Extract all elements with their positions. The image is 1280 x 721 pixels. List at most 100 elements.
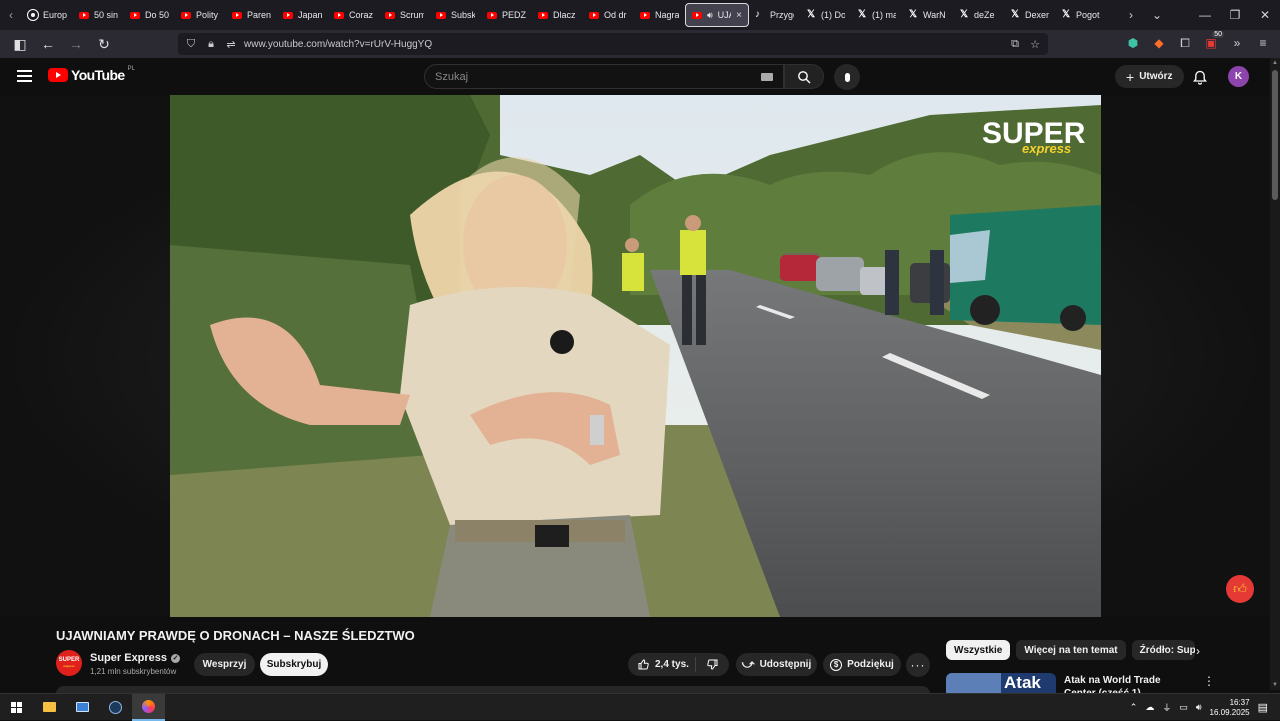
guide-menu-icon[interactable] — [17, 70, 32, 82]
system-tray: ⌃ ☁ ⏚ ▭ 🔊︎ 16:37 16.09.2025 ▤ — [1130, 694, 1280, 721]
back-icon[interactable]: ← — [36, 32, 60, 56]
browser-tab[interactable]: Scrum — [379, 3, 430, 27]
app-menu-icon[interactable]: ≡ — [1252, 32, 1274, 54]
overflow-chevrons-icon[interactable]: » — [1226, 32, 1248, 54]
scroll-up-icon[interactable]: ▲ — [1270, 58, 1280, 68]
share-button[interactable]: ⤻ Udostępnij — [736, 653, 817, 676]
scroll-thumb[interactable] — [1272, 70, 1278, 200]
browser-tab[interactable]: Dlacz — [532, 3, 583, 27]
browser-tab[interactable]: PEDZI — [481, 3, 532, 27]
taskbar-firefox[interactable] — [132, 693, 165, 721]
page-scrollbar[interactable]: ▲ ▼ — [1270, 58, 1280, 690]
tab-label: Dlacz — [553, 10, 576, 20]
restore-icon[interactable]: ❐ — [1220, 0, 1250, 30]
browser-tab[interactable]: Od dr — [583, 3, 634, 27]
browser-tab[interactable]: 𝕏 Pogot — [1055, 3, 1106, 27]
browser-tab[interactable]: 𝕏deZe — [953, 3, 1004, 27]
tab-scroll-left-icon[interactable]: ‹ — [0, 0, 22, 30]
subscribe-button[interactable]: Subskrybuj — [260, 653, 328, 676]
start-button[interactable] — [0, 694, 33, 721]
x-icon: 𝕏 — [806, 9, 816, 20]
search-box[interactable]: Szukaj — [424, 64, 784, 89]
dislike-button[interactable] — [696, 659, 729, 670]
minimize-icon[interactable]: — — [1190, 0, 1220, 30]
forward-icon[interactable]: → — [64, 32, 88, 56]
video-player[interactable]: SUPER express — [170, 95, 1101, 617]
taskbar-file-explorer[interactable] — [33, 694, 66, 721]
browser-tab[interactable]: Parent — [226, 3, 277, 27]
browser-tab[interactable]: Subsk — [430, 3, 481, 27]
more-dots-icon: ··· — [910, 658, 926, 672]
x-icon: 𝕏 — [908, 9, 918, 20]
tray-overflow-icon[interactable]: ⌃ — [1130, 702, 1138, 713]
chip-source[interactable]: Źródło: Super — [1131, 640, 1195, 660]
bookmark-star-icon[interactable]: ☆ — [1028, 38, 1042, 51]
network-icon[interactable]: ▭ — [1179, 702, 1188, 713]
like-button[interactable]: 2,4 tys. — [628, 657, 696, 672]
youtube-logo[interactable]: YouTube PL — [48, 66, 135, 83]
url-text[interactable]: www.youtube.com/watch?v=rUrV-HuggYQ — [244, 39, 1002, 50]
tab-label: Przygo — [770, 10, 794, 20]
thanks-button[interactable]: $ Podziękuj — [823, 653, 901, 676]
browser-tab[interactable]: ♪ Przygo — [749, 3, 800, 27]
chip-all[interactable]: Wszystkie — [946, 640, 1011, 660]
folder-icon — [43, 702, 56, 712]
chip-more-on-topic[interactable]: Więcej na ten temat — [1016, 640, 1126, 660]
channel-name[interactable]: Super Express — [90, 652, 167, 664]
reload-icon[interactable]: ↻ — [92, 32, 116, 56]
browser-tab-active[interactable]: 🔊︎ UJA × — [685, 3, 749, 27]
channel-name-link[interactable]: Super Express ✓ — [90, 652, 181, 664]
usb-icon[interactable]: ⏚ — [1162, 701, 1171, 714]
notifications-center-icon[interactable]: ▤ — [1258, 701, 1268, 714]
browser-tab[interactable]: 𝕏 Dexer — [1004, 3, 1055, 27]
sidebar-toggle-icon[interactable]: ◧ — [8, 32, 32, 56]
create-button[interactable]: + Utwórz — [1115, 65, 1184, 88]
browser-tab[interactable]: Europ — [22, 3, 73, 27]
clock[interactable]: 16:37 16.09.2025 — [1210, 698, 1250, 718]
extensions-puzzle-icon[interactable]: ⧠ — [1174, 32, 1196, 54]
thumbs-up-extension-button[interactable]: 👍︎ — [1226, 575, 1254, 603]
volume-icon[interactable]: 🔊︎ — [1196, 702, 1202, 713]
keyboard-icon[interactable] — [761, 72, 773, 81]
browser-tab[interactable]: Nagra — [634, 3, 685, 27]
voice-search-button[interactable] — [834, 64, 860, 90]
browser-tab[interactable]: 𝕏 WarN — [902, 3, 953, 27]
more-actions-button[interactable]: ··· — [906, 653, 930, 677]
channel-avatar[interactable]: SUPER express — [56, 650, 82, 676]
fox-extension-icon[interactable]: ◆ — [1148, 32, 1170, 54]
search-input[interactable]: Szukaj — [435, 71, 761, 83]
browser-tab[interactable]: Coraz — [328, 3, 379, 27]
browser-tab[interactable]: 𝕏 (1) ma — [851, 3, 902, 27]
vpn-extension-icon[interactable]: ⬢ — [1122, 32, 1144, 54]
tab-close-icon[interactable]: × — [736, 10, 742, 21]
close-window-icon[interactable]: ✕ — [1250, 0, 1280, 30]
recommendation-thumbnail[interactable]: Atak — [946, 673, 1056, 693]
browser-tab[interactable]: Japan — [277, 3, 328, 27]
address-bar[interactable]: ⛉ 🔒︎ ⇌ www.youtube.com/watch?v=rUrV-Hugg… — [178, 33, 1048, 55]
support-button[interactable]: Wesprzyj — [194, 653, 255, 676]
notifications-button[interactable] — [1190, 67, 1210, 87]
tab-label: Scrum — [400, 10, 424, 20]
search-button[interactable] — [784, 64, 824, 89]
chips-next-icon[interactable]: › — [1190, 642, 1206, 660]
list-all-tabs-icon[interactable]: ⌄ — [1144, 0, 1170, 30]
account-avatar[interactable]: K — [1228, 66, 1249, 87]
scroll-down-icon[interactable]: ▼ — [1270, 680, 1280, 690]
shield-icon[interactable]: ⛉ — [184, 38, 198, 51]
permissions-icon[interactable]: ⇌ — [224, 38, 238, 51]
onedrive-icon[interactable]: ☁ — [1145, 702, 1154, 713]
picture-in-picture-icon[interactable]: ⧉ — [1008, 38, 1022, 51]
recommendation-menu-icon[interactable]: ⋮ — [1203, 674, 1215, 688]
blocker-extension-icon[interactable]: ▣ 50 — [1200, 31, 1224, 54]
lock-icon[interactable]: 🔒︎ — [204, 38, 218, 51]
microphone-icon — [844, 72, 850, 82]
browser-tab[interactable]: Polity — [175, 3, 226, 27]
taskbar-steam[interactable] — [99, 694, 132, 721]
tab-label: Japan — [298, 10, 322, 20]
browser-tab[interactable]: Do 50 — [124, 3, 175, 27]
taskbar-remote-desktop[interactable] — [66, 694, 99, 721]
browser-tab[interactable]: 𝕏 (1) Do — [800, 3, 851, 27]
tab-scroll-right-icon[interactable]: › — [1118, 0, 1144, 30]
speaker-icon[interactable]: 🔊︎ — [707, 10, 713, 21]
browser-tab[interactable]: 50 sin — [73, 3, 124, 27]
